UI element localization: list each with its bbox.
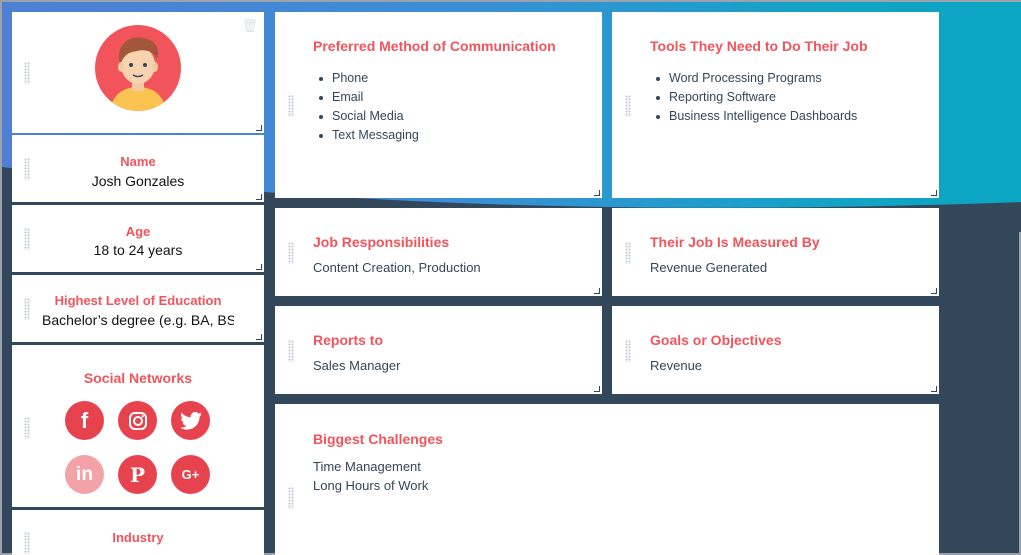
drag-handle-icon[interactable] (24, 417, 30, 439)
drag-handle-icon[interactable] (625, 95, 631, 117)
reports-to-title: Reports to (313, 332, 383, 348)
reports-to-card[interactable]: Reports to Sales Manager (275, 306, 602, 394)
list-item: Social Media (314, 107, 419, 126)
responsibilities-value: Content Creation, Production (313, 260, 481, 275)
age-value: 18 to 24 years (93, 242, 183, 258)
linkedin-icon[interactable]: in (65, 455, 104, 494)
facebook-icon[interactable]: f (65, 401, 104, 440)
challenges-title: Biggest Challenges (313, 431, 443, 447)
list-item: Business Intelligence Dashboards (651, 107, 857, 126)
education-value: Bachelor’s degree (e.g. BA, BS (42, 312, 234, 328)
education-label: Highest Level of Education (54, 293, 222, 308)
measured-by-value: Revenue Generated (650, 260, 768, 275)
list-item: Email (314, 88, 419, 107)
industry-label: Industry (112, 530, 164, 545)
communication-title: Preferred Method of Communication (313, 38, 556, 54)
drag-handle-icon[interactable] (288, 487, 294, 509)
drag-handle-icon[interactable] (625, 242, 631, 264)
resize-handle-icon[interactable] (256, 334, 262, 340)
goals-value: Revenue (650, 358, 703, 373)
industry-card[interactable]: Industry (12, 510, 264, 555)
name-label: Name (120, 154, 156, 169)
resize-handle-icon[interactable] (931, 288, 937, 294)
avatar (95, 25, 181, 111)
resize-handle-icon[interactable] (256, 264, 262, 270)
resize-handle-icon[interactable] (594, 386, 600, 392)
communication-card[interactable]: Preferred Method of Communication Phone … (275, 12, 602, 198)
communication-list: Phone Email Social Media Text Messaging (314, 69, 419, 145)
measured-by-title: Their Job Is Measured By (650, 234, 820, 250)
name-value: Josh Gonzales (91, 173, 185, 189)
education-card[interactable]: Highest Level of Education Bachelor’s de… (12, 275, 264, 342)
social-networks-label: Social Networks (83, 370, 193, 386)
google-plus-icon[interactable]: G+ (171, 455, 210, 494)
instagram-icon[interactable] (118, 401, 157, 440)
tools-list: Word Processing Programs Reporting Softw… (651, 69, 857, 126)
twitter-icon[interactable] (171, 401, 210, 440)
resize-handle-icon[interactable] (931, 190, 937, 196)
resize-handle-icon[interactable] (594, 288, 600, 294)
name-card[interactable]: Name Josh Gonzales (12, 135, 264, 202)
list-item: Text Messaging (314, 126, 419, 145)
drag-handle-icon[interactable] (288, 95, 294, 117)
trash-icon[interactable]: 🗑 (241, 18, 258, 34)
resize-handle-icon[interactable] (256, 194, 262, 200)
drag-handle-icon[interactable] (625, 340, 631, 362)
age-label: Age (125, 224, 151, 239)
pinterest-icon[interactable]: P (118, 455, 157, 494)
drag-handle-icon[interactable] (24, 62, 30, 84)
list-item: Reporting Software (651, 88, 857, 107)
resize-handle-icon[interactable] (256, 125, 262, 131)
goals-card[interactable]: Goals or Objectives Revenue (612, 306, 939, 394)
list-item: Phone (314, 69, 419, 88)
age-card[interactable]: Age 18 to 24 years (12, 205, 264, 272)
list-item: Time Management (313, 459, 421, 474)
resize-handle-icon[interactable] (931, 386, 937, 392)
drag-handle-icon[interactable] (288, 340, 294, 362)
avatar-card[interactable]: 🗑 (12, 12, 264, 133)
challenges-card[interactable]: Biggest Challenges Time Management Long … (275, 404, 939, 555)
measured-by-card[interactable]: Their Job Is Measured By Revenue Generat… (612, 208, 939, 296)
tools-title: Tools They Need to Do Their Job (650, 38, 868, 54)
goals-title: Goals or Objectives (650, 332, 782, 348)
list-item: Long Hours of Work (313, 478, 429, 493)
challenges-list: Time Management Long Hours of Work (313, 457, 428, 495)
reports-to-value: Sales Manager (313, 358, 401, 373)
social-networks-card[interactable]: Social Networks f in P G+ (12, 345, 264, 507)
drag-handle-icon[interactable] (288, 242, 294, 264)
resize-handle-icon[interactable] (594, 190, 600, 196)
tools-card[interactable]: Tools They Need to Do Their Job Word Pro… (612, 12, 939, 198)
responsibilities-card[interactable]: Job Responsibilities Content Creation, P… (275, 208, 602, 296)
responsibilities-title: Job Responsibilities (313, 234, 450, 250)
list-item: Word Processing Programs (651, 69, 857, 88)
